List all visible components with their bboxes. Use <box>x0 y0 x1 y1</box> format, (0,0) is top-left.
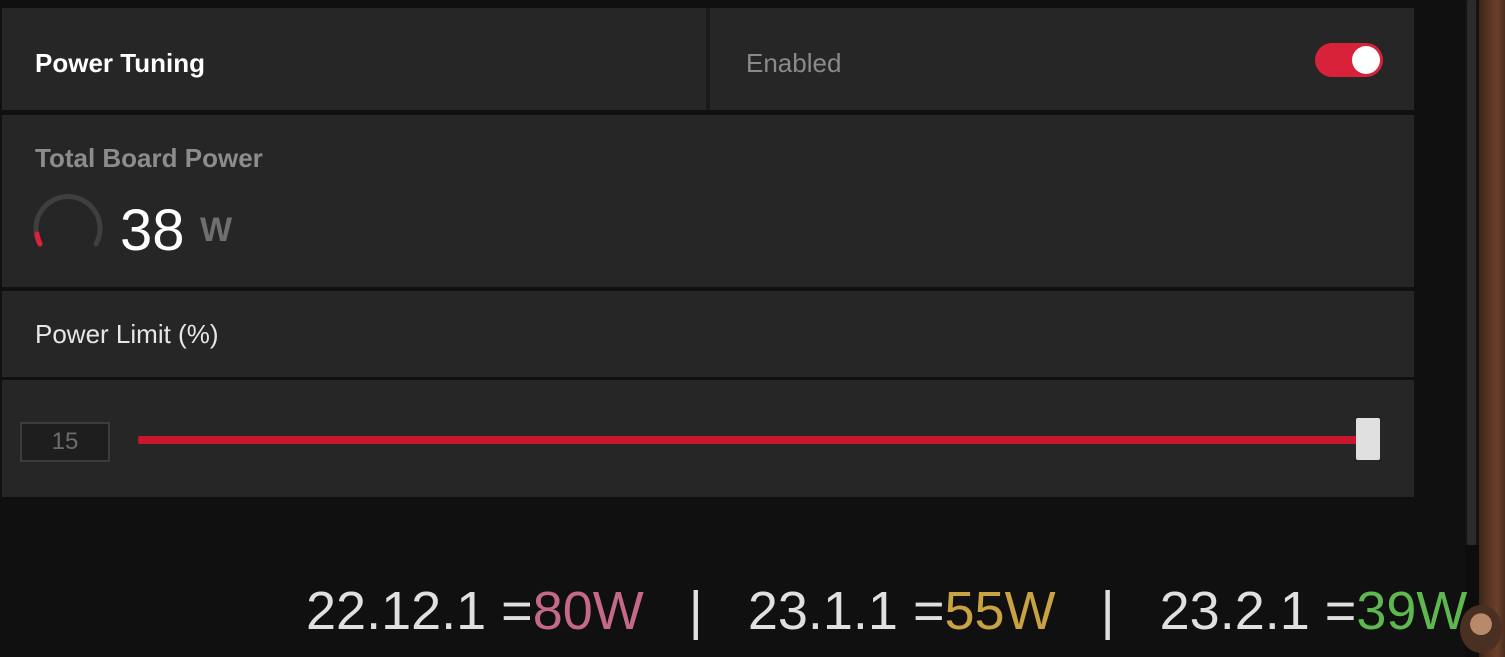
streamer-avatar <box>1460 605 1502 653</box>
power-unit: W <box>200 211 233 249</box>
background-edge <box>1479 0 1505 657</box>
total-board-power-panel: Total Board Power 38 W <box>2 115 1414 287</box>
driver-comparison-caption: 22.12.1 = 80W | 23.1.1 = 55W | 23.2.1 = … <box>306 580 1467 642</box>
caption-separator-2: | <box>1100 581 1115 641</box>
caption-version-2: 23.1.1 = <box>747 581 945 641</box>
scrollbar-thumb[interactable] <box>1467 0 1476 545</box>
power-tuning-title-cell: Power Tuning <box>2 8 706 110</box>
caption-watts-2: 55W <box>944 581 1056 641</box>
caption-version-3: 23.2.1 = <box>1159 581 1357 641</box>
power-tuning-header: Power Tuning Enabled <box>2 8 1414 110</box>
power-limit-slider-row: 15 <box>2 380 1414 497</box>
power-limit-slider-thumb[interactable] <box>1356 418 1380 460</box>
scrollbar[interactable] <box>1465 0 1479 545</box>
caption-version-1: 22.12.1 = <box>306 581 533 641</box>
power-limit-header: Power Limit (%) <box>2 291 1414 377</box>
toggle-knob <box>1352 46 1380 74</box>
power-limit-value-field[interactable]: 15 <box>20 422 110 462</box>
power-tuning-title: Power Tuning <box>35 48 205 78</box>
enabled-label: Enabled <box>746 48 842 78</box>
caption-watts-3: 39W <box>1356 581 1468 641</box>
power-tuning-toggle-cell: Enabled <box>710 8 1414 110</box>
power-limit-label: Power Limit (%) <box>35 319 219 349</box>
power-value: 38 <box>120 198 185 263</box>
power-tuning-toggle[interactable] <box>1315 43 1383 77</box>
power-gauge-icon <box>33 194 103 247</box>
power-limit-slider-track[interactable] <box>138 436 1368 444</box>
caption-watts-1: 80W <box>532 581 644 641</box>
app-window: Power Tuning Enabled Total Board Power 3… <box>0 0 1467 657</box>
caption-separator-1: | <box>688 581 703 641</box>
total-board-power-label: Total Board Power <box>35 143 263 173</box>
